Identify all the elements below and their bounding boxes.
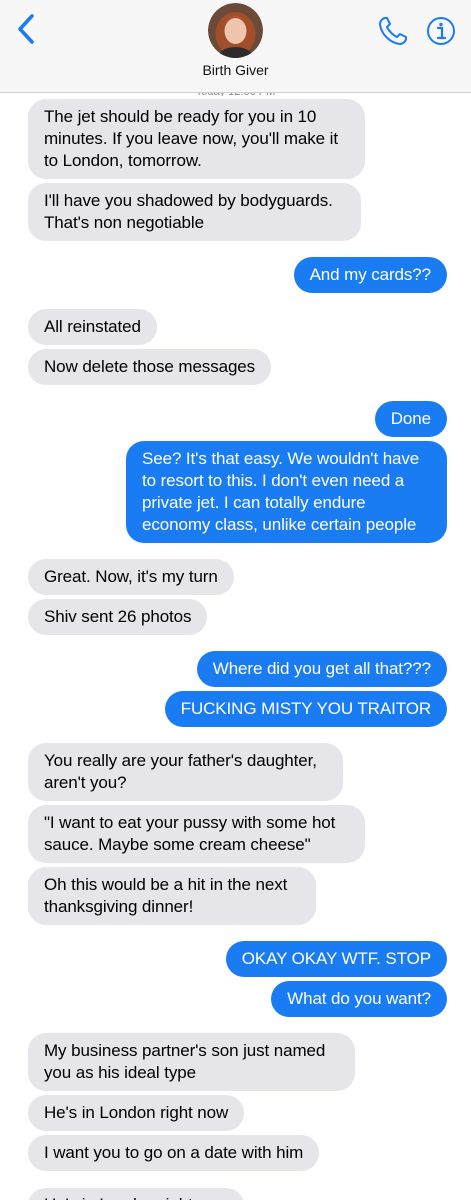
outgoing-bubble[interactable]: FUCKING MISTY YOU TRAITOR (164, 691, 447, 727)
message-row: You really are your father's daughter, a… (0, 743, 471, 801)
incoming-bubble[interactable]: He's in London right now (28, 1188, 245, 1200)
message-row: What do you want? (0, 981, 471, 1017)
phone-icon (379, 17, 407, 45)
conversation-header: Birth Giver (0, 0, 471, 93)
incoming-bubble[interactable]: Oh this would be a hit in the next thank… (28, 867, 316, 925)
message-row: See? It's that easy. We wouldn't have to… (0, 441, 471, 543)
message-row: All reinstated (0, 309, 471, 345)
info-button[interactable] (426, 16, 456, 46)
outgoing-bubble[interactable]: What do you want? (271, 981, 447, 1017)
message-row: OKAY OKAY WTF. STOP (0, 941, 471, 977)
message-row: And my cards?? (0, 257, 471, 293)
incoming-bubble[interactable]: Shiv sent 26 photos (28, 599, 208, 635)
incoming-bubble[interactable]: Now delete those messages (28, 349, 272, 385)
chevron-left-icon (18, 14, 34, 44)
incoming-bubble[interactable]: You really are your father's daughter, a… (28, 743, 343, 801)
incoming-bubble[interactable]: "I want to eat your pussy with some hot … (28, 805, 365, 863)
message-row: The jet should be ready for you in 10 mi… (0, 99, 471, 179)
outgoing-bubble[interactable]: Done (374, 401, 447, 437)
incoming-bubble[interactable]: He's in London right now (28, 1095, 245, 1131)
incoming-bubble[interactable]: I'll have you shadowed by bodyguards. Th… (28, 183, 361, 241)
outgoing-bubble[interactable]: And my cards?? (293, 257, 447, 293)
message-row: I'll have you shadowed by bodyguards. Th… (0, 183, 471, 241)
message-row: He's in London right now (0, 1095, 471, 1131)
info-icon (427, 17, 455, 45)
incoming-bubble[interactable]: Great. Now, it's my turn (28, 559, 234, 595)
message-row: FUCKING MISTY YOU TRAITOR (0, 691, 471, 727)
message-row: "I want to eat your pussy with some hot … (0, 805, 471, 863)
message-row: Done (0, 401, 471, 437)
incoming-bubble[interactable]: My business partner's son just named you… (28, 1033, 355, 1091)
call-button[interactable] (376, 14, 410, 48)
back-button[interactable] (12, 12, 42, 48)
message-row: Where did you get all that??? (0, 651, 471, 687)
contact-name[interactable]: Birth Giver (0, 62, 471, 78)
incoming-bubble[interactable]: The jet should be ready for you in 10 mi… (28, 99, 365, 179)
outgoing-bubble[interactable]: See? It's that easy. We wouldn't have to… (126, 441, 447, 543)
outgoing-bubble[interactable]: OKAY OKAY WTF. STOP (225, 941, 447, 977)
message-row: Great. Now, it's my turn (0, 559, 471, 595)
message-row: Now delete those messages (0, 349, 471, 385)
message-row: Oh this would be a hit in the next thank… (0, 867, 471, 925)
message-row: My business partner's son just named you… (0, 1033, 471, 1091)
avatar[interactable] (208, 3, 263, 58)
incoming-bubble[interactable]: I want you to go on a date with him (28, 1135, 320, 1171)
message-row: I want you to go on a date with him (0, 1135, 471, 1171)
incoming-bubble[interactable]: All reinstated (28, 309, 157, 345)
outgoing-bubble[interactable]: Where did you get all that??? (196, 651, 447, 687)
message-row: Shiv sent 26 photos (0, 599, 471, 635)
cut-off-message-row: He's in London right now (28, 1188, 258, 1200)
message-list: The jet should be ready for you in 10 mi… (0, 99, 471, 1171)
